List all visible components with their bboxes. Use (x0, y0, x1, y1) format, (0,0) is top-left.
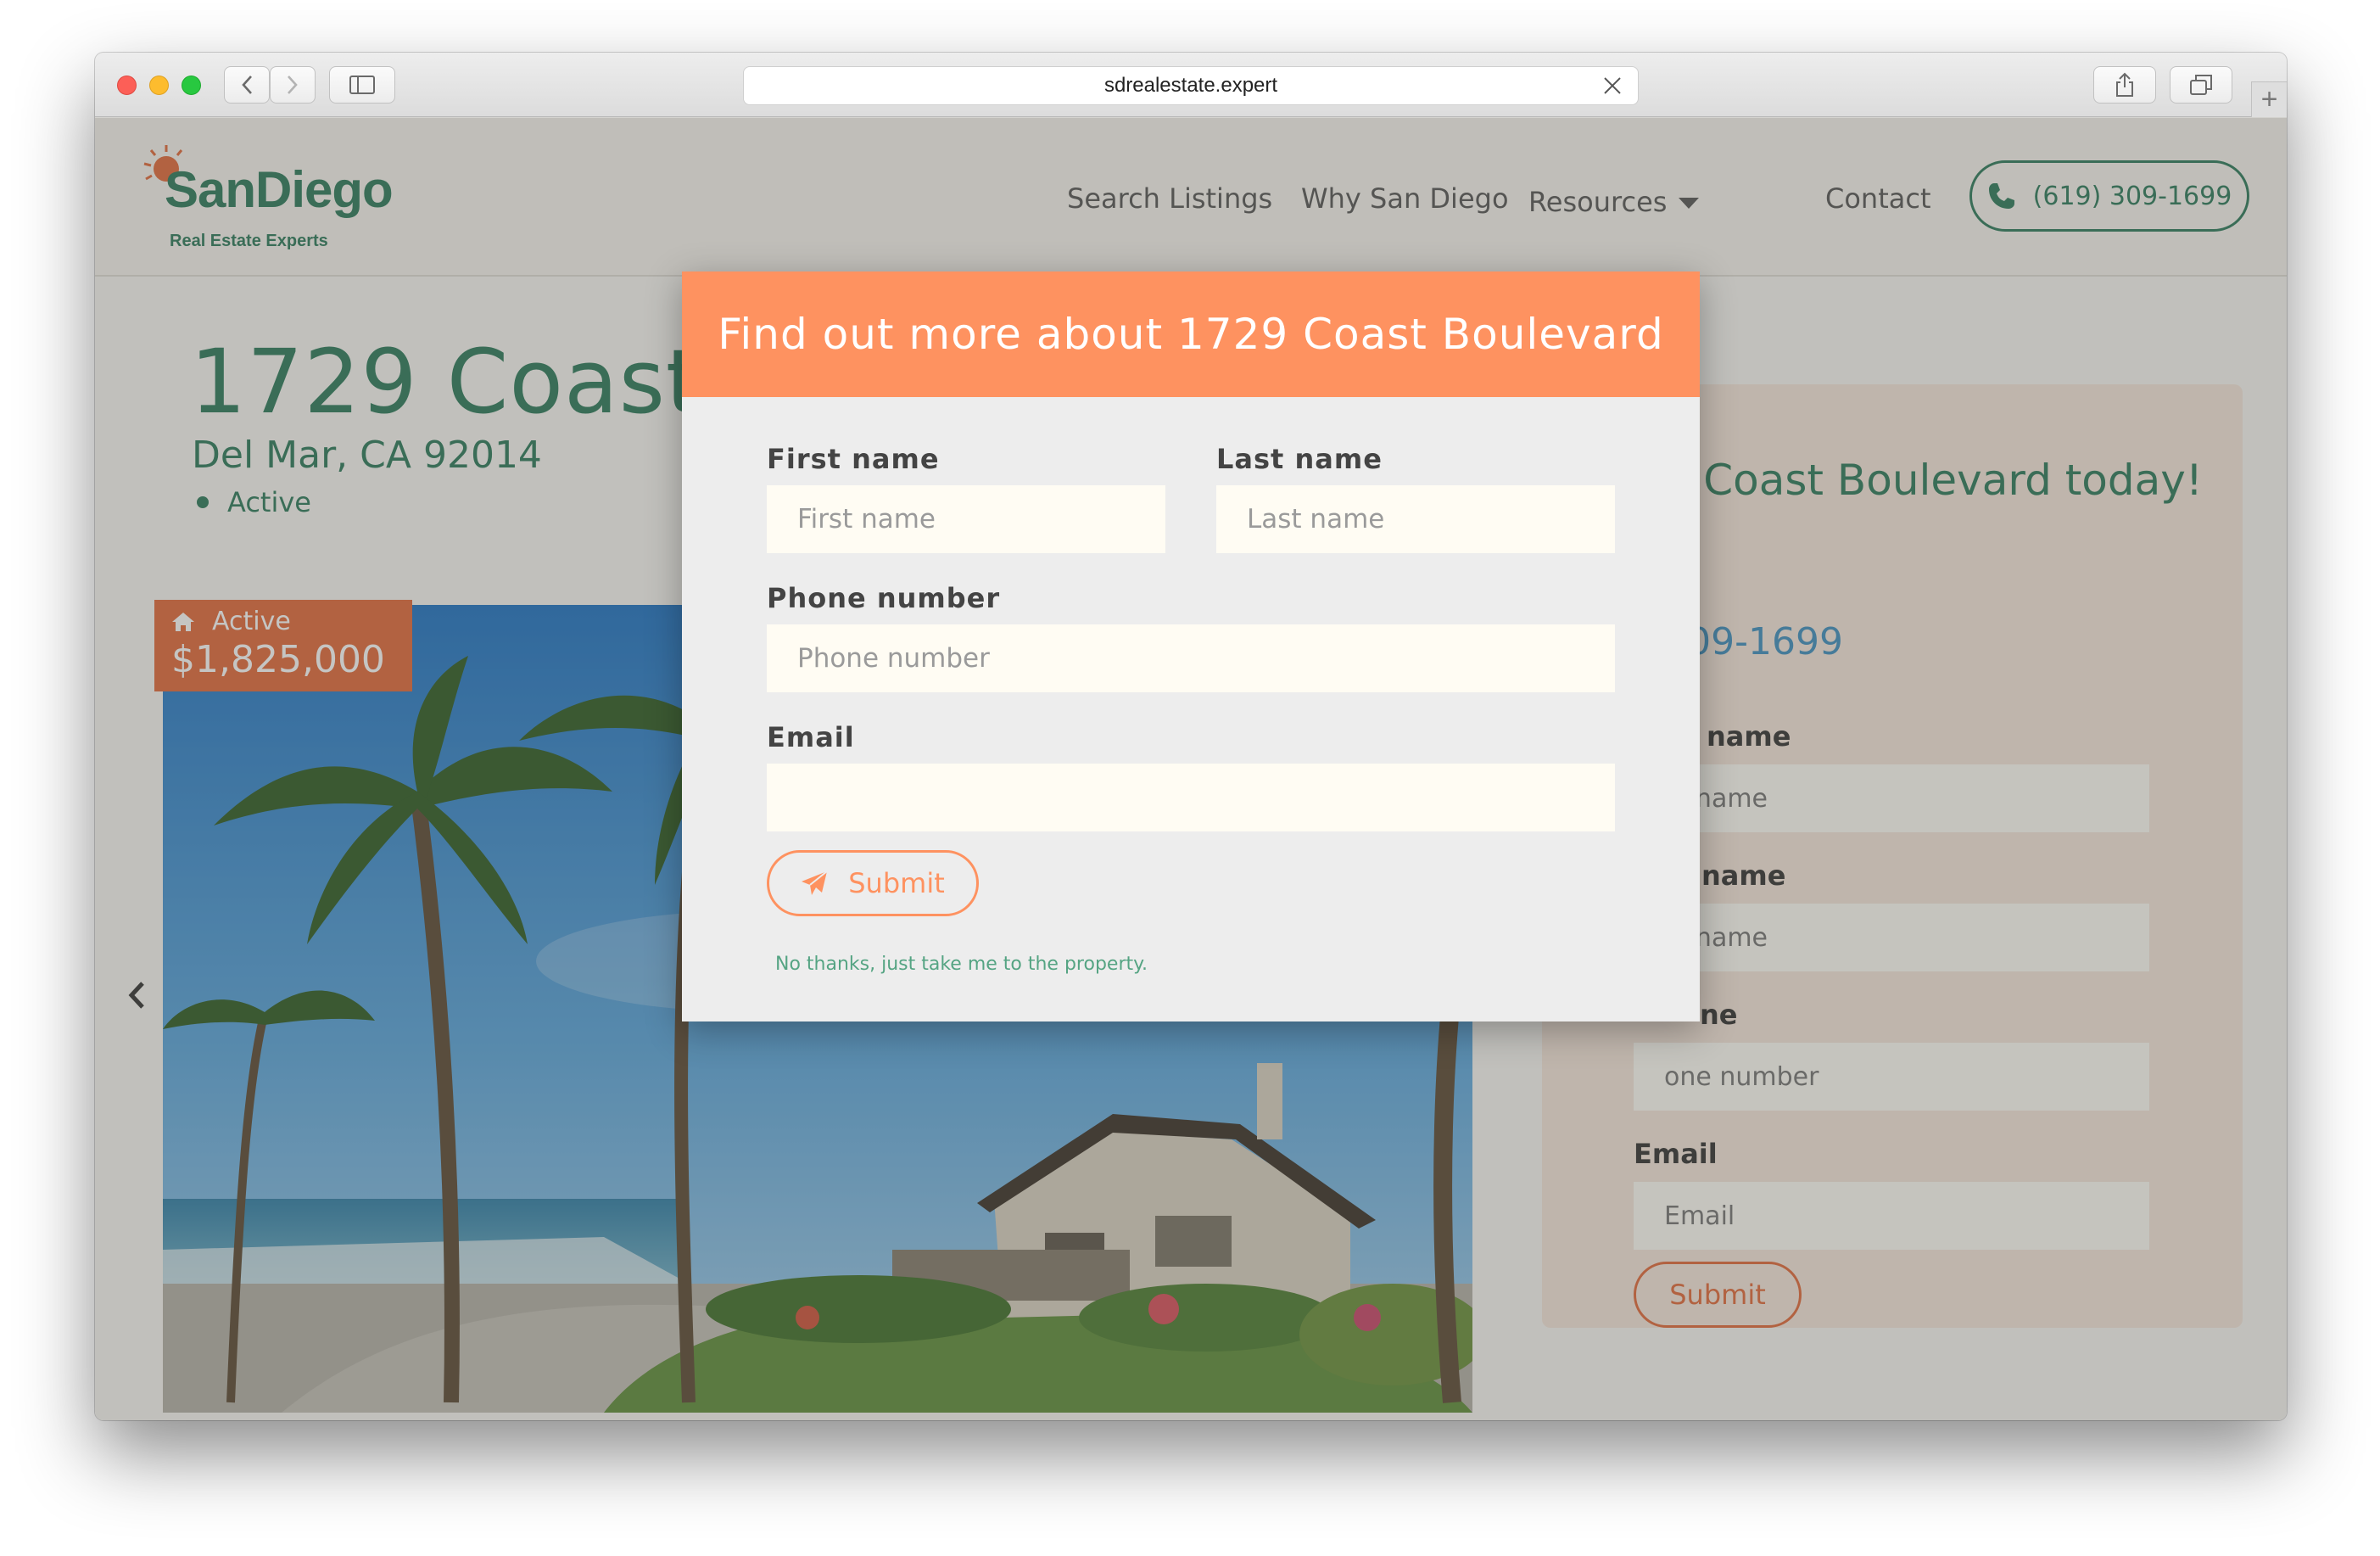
show-tabs-button[interactable] (2170, 66, 2232, 104)
address-bar[interactable]: sdrealestate.expert (743, 66, 1639, 105)
url-text: sdrealestate.expert (1103, 74, 1278, 97)
browser-window: sdrealestate.expert + SanDiego Real Esta… (95, 53, 2287, 1420)
minimize-window-button[interactable] (149, 76, 169, 95)
sidebar-icon (349, 76, 375, 94)
chevron-left-icon (242, 76, 252, 94)
modal-email-input[interactable] (767, 764, 1615, 831)
new-tab-button[interactable]: + (2251, 81, 2287, 117)
modal-last-name-label: Last name (1216, 443, 1383, 475)
share-button[interactable] (2093, 66, 2156, 104)
close-icon[interactable] (1602, 76, 1623, 96)
share-icon (2116, 72, 2133, 97)
modal-submit-button[interactable]: Submit (767, 850, 979, 916)
close-window-button[interactable] (117, 76, 137, 95)
modal-phone-input[interactable] (767, 624, 1615, 692)
modal-phone-label: Phone number (767, 582, 1001, 614)
modal-email-label: Email (767, 721, 855, 753)
back-button[interactable] (224, 66, 270, 104)
paper-plane-icon (802, 870, 828, 895)
modal-title: Find out more about 1729 Coast Boulevard (682, 271, 1700, 397)
modal-submit-label: Submit (848, 867, 945, 899)
sidebar-toggle-button[interactable] (329, 66, 395, 104)
browser-toolbar: sdrealestate.expert + (95, 53, 2287, 117)
zoom-window-button[interactable] (182, 76, 201, 95)
forward-button[interactable] (270, 66, 316, 104)
tabs-icon (2190, 75, 2212, 95)
chevron-right-icon (288, 76, 298, 94)
modal-first-name-input[interactable] (767, 485, 1165, 553)
modal-first-name-label: First name (767, 443, 940, 475)
modal-last-name-input[interactable] (1216, 485, 1615, 553)
lead-capture-modal: Find out more about 1729 Coast Boulevard… (682, 271, 1700, 1021)
no-thanks-link[interactable]: No thanks, just take me to the property. (775, 954, 1148, 975)
